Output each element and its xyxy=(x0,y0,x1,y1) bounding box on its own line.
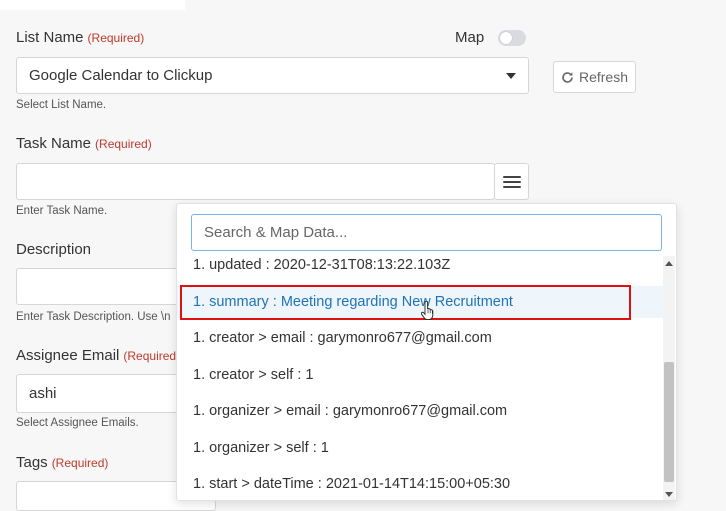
tags-label: Tags (Required) xyxy=(16,454,108,471)
task-name-input[interactable] xyxy=(16,163,495,200)
assignee-email-hint: Select Assignee Emails. xyxy=(16,417,139,429)
menu-icon xyxy=(502,175,521,188)
list-name-label-text: List Name xyxy=(16,29,84,46)
tags-label-text: Tags xyxy=(16,454,48,471)
assignee-email-label: Assignee Email (Required xyxy=(16,347,176,364)
scroll-up-icon[interactable] xyxy=(665,261,673,266)
list-name-value: Google Calendar to Clickup xyxy=(29,67,213,84)
refresh-button[interactable]: Refresh xyxy=(553,61,636,93)
refresh-button-label: Refresh xyxy=(578,69,629,85)
task-name-map-button[interactable] xyxy=(494,163,529,200)
assignee-email-value: ashi xyxy=(29,385,57,402)
map-label: Map xyxy=(455,29,485,46)
hand-cursor-icon xyxy=(421,301,434,321)
dropdown-option[interactable]: 1. organizer > self : 1 xyxy=(177,432,663,464)
task-name-required: (Required) xyxy=(95,137,152,151)
dropdown-option[interactable]: 1. start > dateTime : 2021-01-14T14:15:0… xyxy=(177,468,663,500)
dropdown-option-summary[interactable]: 1. summary : Meeting regarding New Recru… xyxy=(177,286,663,318)
list-name-label: List Name (Required) xyxy=(16,29,144,46)
refresh-icon xyxy=(562,71,573,83)
list-name-select[interactable]: Google Calendar to Clickup xyxy=(16,57,529,94)
description-hint: Enter Task Description. Use \n xyxy=(16,311,171,323)
list-name-required: (Required) xyxy=(87,31,145,45)
top-strip xyxy=(0,0,185,10)
assignee-email-label-text: Assignee Email xyxy=(16,347,120,364)
list-name-hint: Select List Name. xyxy=(16,99,107,111)
dropdown-option[interactable]: 1. updated : 2020-12-31T08:13:22.103Z xyxy=(177,249,663,281)
dropdown-scrollbar[interactable] xyxy=(663,256,675,500)
search-map-data-input[interactable] xyxy=(191,214,662,251)
chevron-down-icon xyxy=(506,73,516,79)
scroll-down-icon[interactable] xyxy=(665,492,673,497)
task-name-label-text: Task Name xyxy=(16,135,92,152)
task-name-hint: Enter Task Name. xyxy=(16,205,108,217)
dropdown-option[interactable]: 1. creator > email : garymonro677@gmail.… xyxy=(177,322,663,354)
map-toggle[interactable] xyxy=(498,30,526,46)
map-data-dropdown: 1. updated : 2020-12-31T08:13:22.103Z 1.… xyxy=(176,203,677,501)
dropdown-option[interactable]: 1. organizer > email : garymonro677@gmai… xyxy=(177,395,663,427)
description-label: Description xyxy=(16,241,92,258)
map-toggle-knob xyxy=(500,32,512,44)
tags-required: (Required) xyxy=(51,456,109,470)
assignee-email-required: (Required xyxy=(123,349,176,363)
task-name-label: Task Name (Required) xyxy=(16,135,152,152)
dropdown-option[interactable]: 1. creator > self : 1 xyxy=(177,359,663,391)
scrollbar-thumb[interactable] xyxy=(664,362,674,482)
